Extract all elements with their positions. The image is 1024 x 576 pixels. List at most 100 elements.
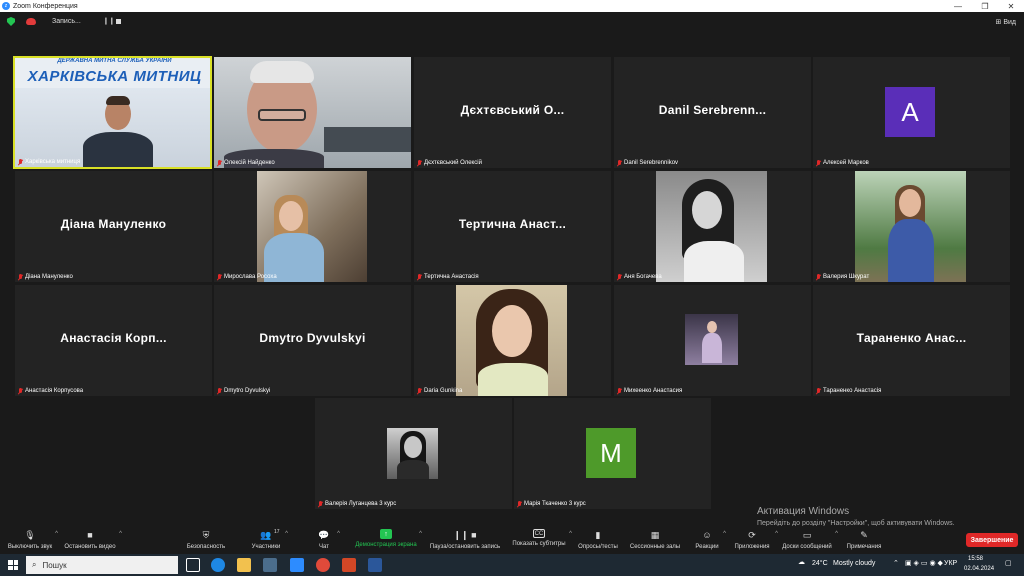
chevron-up-icon[interactable]: ^	[337, 531, 340, 537]
view-button[interactable]: ⊞ Вид	[996, 18, 1016, 26]
participant-tile[interactable]: Daria Gunkina	[414, 285, 611, 396]
notes-button[interactable]: ✎ Примечания	[844, 526, 884, 554]
participant-tile[interactable]: Дєхтєвський О... Дєхтєвський Олексій	[414, 57, 611, 168]
taskbar-date[interactable]: 02.04.2024	[964, 566, 994, 572]
weather-text[interactable]: Mostly cloudy	[833, 560, 875, 567]
chat-button[interactable]: 💬 Чат ^	[314, 526, 340, 554]
participant-name-label: Михеенко Анастасия	[624, 388, 683, 394]
watermark-title: Активация Windows	[757, 506, 850, 517]
recording-stop-button[interactable]	[116, 19, 121, 24]
word-icon[interactable]	[368, 558, 382, 572]
windows-activation-watermark: Активация Windows Перейдіть до розділу "…	[757, 506, 955, 527]
weather-temp[interactable]: 24°C	[812, 560, 828, 567]
recording-pause-button[interactable]: ❙❙	[103, 17, 115, 25]
participant-display-name: Анастасія Корп...	[60, 331, 167, 345]
maximize-button[interactable]: ❐	[972, 0, 998, 12]
security-button[interactable]: ⛨ Безопасность	[184, 526, 228, 554]
muted-mic-icon	[18, 274, 23, 280]
participant-tile[interactable]: Тертична Анаст... Тертична Анастасія	[414, 171, 611, 282]
recording-label: Запись...	[52, 18, 81, 25]
polls-button[interactable]: ▮ Опросы/тесты	[576, 526, 620, 554]
participant-tile[interactable]: Олексій Найденко	[214, 57, 411, 168]
chrome-icon[interactable]	[316, 558, 330, 572]
participant-tile[interactable]: ДЕРЖАВНА МИТНА СЛУЖБА УКРАЇНИ ХАРКІВСЬКА…	[13, 56, 212, 169]
participant-name-label: Олексій Найденко	[224, 160, 275, 166]
powerpoint-icon[interactable]	[342, 558, 356, 572]
file-explorer-icon[interactable]	[237, 558, 251, 572]
search-placeholder: Пошук	[42, 560, 67, 570]
subtitles-label: Показать субтитры	[512, 541, 566, 547]
mute-button[interactable]: 🎙 Выключить звук ^	[4, 526, 58, 554]
keyboard-language[interactable]: УКР	[944, 560, 957, 567]
close-button[interactable]: ✕	[998, 0, 1024, 12]
chevron-up-icon[interactable]: ^	[119, 531, 122, 537]
windows-start-icon[interactable]	[8, 560, 18, 570]
participant-tile[interactable]: A Алексей Марков	[813, 57, 1010, 168]
participants-label: Участники	[251, 544, 281, 550]
participant-tile[interactable]: Діана Мануленко Діана Мануленко	[15, 171, 212, 282]
participant-name-label: Тараненко Анастасія	[823, 388, 882, 394]
participant-display-name: Danil Serebrenn...	[658, 103, 767, 117]
participant-display-name: Dmytro Dyvulskyi	[259, 331, 366, 345]
polls-label: Опросы/тесты	[578, 544, 618, 550]
share-screen-button[interactable]: ↑ Демонстрация экрана ^	[352, 526, 422, 554]
minimize-button[interactable]: —	[945, 0, 971, 12]
participant-avatar: M	[586, 428, 636, 478]
participants-icon: 👥	[260, 529, 272, 540]
store-icon[interactable]	[263, 558, 277, 572]
participant-tile[interactable]: Михеенко Анастасия	[614, 285, 811, 396]
customs-banner-line2: ХАРКІВСЬКА МИТНИЦ	[27, 68, 202, 85]
edge-browser-icon[interactable]	[211, 558, 225, 572]
participant-tile[interactable]: Валерія Луганцева 3 курс	[315, 398, 512, 509]
share-screen-label: Демонстрация экрана	[355, 542, 417, 548]
reactions-button[interactable]: ☺ Реакции ^	[694, 526, 726, 554]
muted-mic-icon	[18, 388, 23, 394]
chevron-up-icon[interactable]: ^	[775, 531, 778, 537]
taskbar-time[interactable]: 15:58	[968, 556, 983, 562]
muted-mic-icon	[217, 388, 222, 394]
end-meeting-button[interactable]: Завершение	[966, 533, 1018, 547]
microphone-icon: 🎙	[24, 529, 36, 540]
participant-tile[interactable]: Аня Богачева	[614, 171, 811, 282]
participant-tile[interactable]: Валерия Шкурат	[813, 171, 1010, 282]
chevron-up-icon[interactable]: ^	[419, 531, 422, 537]
share-screen-icon: ↑	[380, 529, 392, 539]
participant-tile[interactable]: Мирослава Росоха	[214, 171, 411, 282]
participant-name-label: Харківська митниця	[25, 159, 81, 165]
taskbar-search-input[interactable]: ⌕ Пошук	[26, 556, 178, 574]
apps-button[interactable]: ⟳ Приложения ^	[732, 526, 778, 554]
chevron-up-icon[interactable]: ^	[569, 531, 572, 537]
zoom-taskbar-icon[interactable]	[290, 558, 304, 572]
participant-tile[interactable]: Dmytro Dyvulskyi Dmytro Dyvulskyi	[214, 285, 411, 396]
chevron-up-icon[interactable]: ^	[55, 531, 58, 537]
notifications-icon[interactable]: ▢	[1005, 559, 1012, 567]
whiteboards-label: Доски сообщений	[782, 544, 832, 550]
pause-stop-recording-button[interactable]: ❙❙ ■ Пауза/остановить запись	[426, 526, 504, 554]
participant-tile[interactable]: Анастасія Корп... Анастасія Корпусова	[15, 285, 212, 396]
participant-name-label: Danil Serebrennikov	[624, 160, 679, 166]
chat-label: Чат	[319, 544, 329, 550]
tray-app-icons[interactable]: ▣ ◈ ▭ ◉ ◆	[905, 559, 943, 567]
breakout-rooms-button[interactable]: ▦ Сессионные залы	[628, 526, 682, 554]
participant-tile[interactable]: M Марія Ткаченко 3 курс	[514, 398, 711, 509]
participant-tile[interactable]: Тараненко Анас... Тараненко Анастасія	[813, 285, 1010, 396]
chevron-up-icon[interactable]: ^	[285, 531, 288, 537]
participant-name-label: Анастасія Корпусова	[25, 388, 84, 394]
subtitles-button[interactable]: CC Показать субтитры ^	[510, 526, 572, 554]
participant-name-label: Тертична Анастасія	[424, 274, 479, 280]
breakout-label: Сессионные залы	[629, 544, 681, 550]
participants-button[interactable]: 👥 Участники 17 ^	[248, 526, 288, 554]
chevron-up-icon[interactable]: ^	[835, 531, 838, 537]
participant-tile[interactable]: Danil Serebrenn... Danil Serebrennikov	[614, 57, 811, 168]
participant-name-label: Dmytro Dyvulskyi	[224, 388, 271, 394]
tray-chevron-up-icon[interactable]: ⌃	[893, 559, 899, 567]
whiteboards-button[interactable]: ▭ Доски сообщений ^	[780, 526, 838, 554]
bar-chart-icon: ▮	[595, 529, 601, 540]
stop-video-label: Остановить видео	[64, 544, 116, 550]
task-view-icon[interactable]	[186, 558, 200, 572]
stop-video-button[interactable]: ■ Остановить видео ^	[62, 526, 122, 554]
participant-display-name: Діана Мануленко	[60, 217, 167, 231]
muted-mic-icon	[816, 388, 821, 394]
cloud-recording-icon	[26, 18, 36, 25]
chevron-up-icon[interactable]: ^	[723, 531, 726, 537]
